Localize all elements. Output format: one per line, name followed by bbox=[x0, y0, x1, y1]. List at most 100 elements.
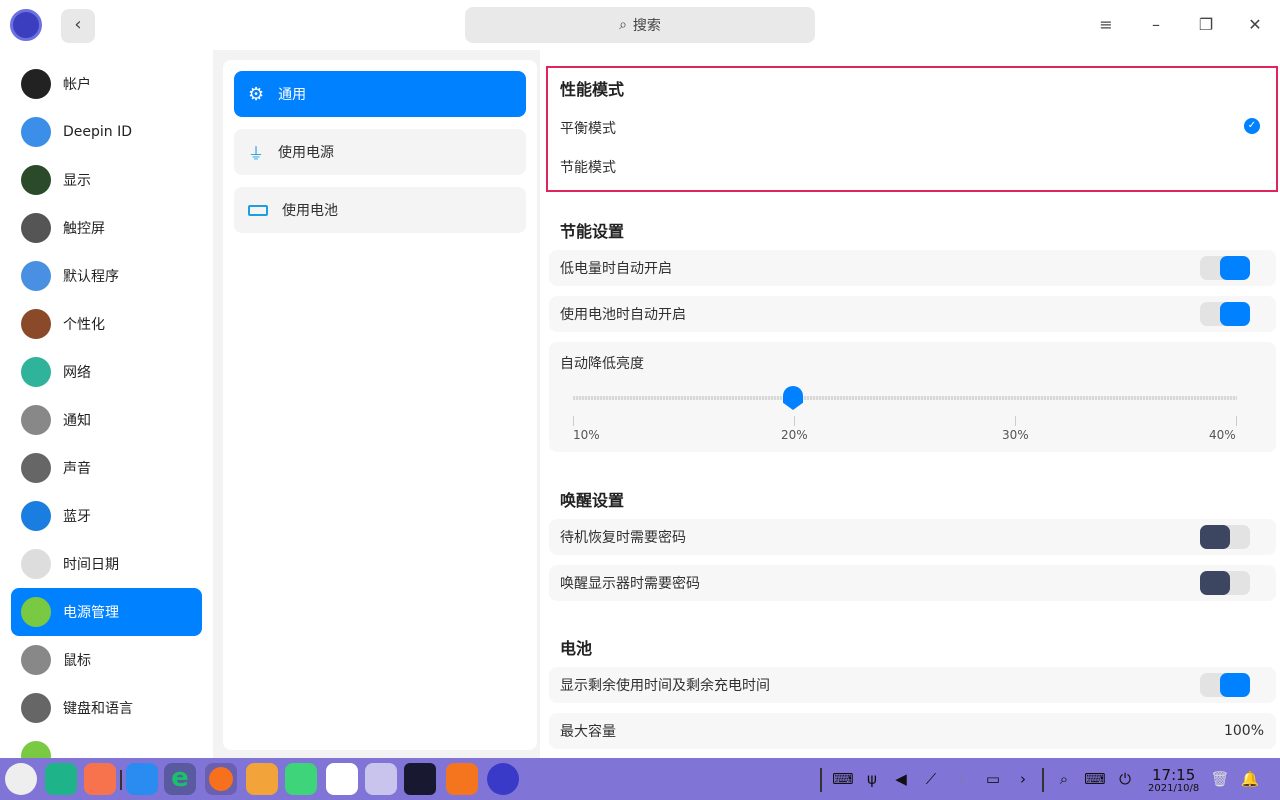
bluetooth-tray-icon[interactable]: ᛒ bbox=[950, 764, 974, 794]
camera-icon[interactable] bbox=[365, 763, 397, 795]
account-icon bbox=[21, 69, 51, 99]
keyboard-tray-icon[interactable]: ⌨ bbox=[831, 764, 855, 794]
control-center-icon[interactable] bbox=[404, 763, 436, 795]
launcher-icon[interactable] bbox=[5, 763, 37, 795]
section-title: 电池 bbox=[560, 639, 593, 658]
volume-icon[interactable]: ◀ bbox=[889, 764, 913, 794]
sidebar-item[interactable] bbox=[11, 732, 202, 758]
sidebar-item-label: Deepin ID bbox=[63, 124, 133, 140]
label: 显示剩余使用时间及剩余充电时间 bbox=[560, 678, 770, 694]
label: 唤醒显示器时需要密码 bbox=[560, 576, 700, 592]
subnav-on-battery[interactable]: 使用电池 bbox=[234, 187, 526, 233]
standby-password-toggle[interactable] bbox=[1200, 525, 1250, 549]
section-title: 节能设置 bbox=[560, 222, 625, 241]
sidebar-item[interactable]: 显示 bbox=[11, 156, 202, 204]
label: 低电量时自动开启 bbox=[560, 261, 672, 277]
usb-icon[interactable]: ψ bbox=[860, 764, 884, 794]
sidebar-item-label: 个性化 bbox=[63, 317, 105, 333]
on-battery-row: 使用电池时自动开启 bbox=[549, 296, 1276, 332]
sidebar-item-label: 触控屏 bbox=[63, 221, 105, 237]
sidebar-item[interactable]: 默认程序 bbox=[11, 252, 202, 300]
label: 使用电源 bbox=[278, 145, 335, 161]
file-manager-icon[interactable] bbox=[45, 763, 77, 795]
search-tray-icon[interactable]: ⌕ bbox=[1052, 764, 1076, 794]
sidebar-item-label: 电源管理 bbox=[63, 605, 119, 621]
slider-track[interactable] bbox=[573, 396, 1237, 400]
system-info-icon bbox=[21, 741, 51, 758]
sidebar-item-label: 通知 bbox=[63, 413, 91, 429]
notification-bell-icon[interactable]: 🔔 bbox=[1238, 764, 1262, 794]
back-button[interactable]: ‹ bbox=[61, 9, 95, 43]
option-balanced[interactable]: 平衡模式 bbox=[560, 118, 616, 138]
edge-browser-icon[interactable]: e bbox=[164, 763, 196, 795]
slider-thumb[interactable] bbox=[783, 386, 803, 410]
default-apps-icon bbox=[21, 261, 51, 291]
low-battery-row: 低电量时自动开启 bbox=[549, 250, 1276, 286]
personalization-icon bbox=[21, 309, 51, 339]
display-password-row: 唤醒显示器时需要密码 bbox=[549, 565, 1276, 601]
taskbar: e ⌨ ψ ◀ ⟋ ᛒ ▭ › ⌕ ⌨ ⏻ 🗑 🔔 bbox=[0, 758, 1280, 800]
sidebar-item-label: 网络 bbox=[63, 365, 91, 381]
firefox-icon[interactable] bbox=[205, 763, 237, 795]
sidebar-item[interactable]: 触控屏 bbox=[11, 204, 202, 252]
shutdown-icon[interactable]: ⏻ bbox=[1113, 764, 1137, 794]
label: 通用 bbox=[278, 87, 307, 103]
music-icon[interactable] bbox=[285, 763, 317, 795]
show-time-toggle[interactable] bbox=[1200, 673, 1250, 697]
sidebar-item[interactable]: 帐户 bbox=[11, 60, 202, 108]
sidebar-item[interactable]: 通知 bbox=[11, 396, 202, 444]
network-tray-icon[interactable]: ⟋ bbox=[919, 764, 943, 794]
sidebar-item[interactable]: 电源管理 bbox=[11, 588, 202, 636]
keyboard-icon bbox=[21, 693, 51, 723]
standby-password-row: 待机恢复时需要密码 bbox=[549, 519, 1276, 555]
battery-tray-icon[interactable]: ▭ bbox=[981, 764, 1005, 794]
sidebar-item[interactable]: 网络 bbox=[11, 348, 202, 396]
label: 使用电池 bbox=[282, 203, 338, 219]
calendar-icon[interactable] bbox=[326, 763, 358, 795]
sidebar-item-label: 声音 bbox=[63, 461, 91, 477]
clock[interactable]: 17:15 2021/10/8 bbox=[1148, 767, 1199, 794]
sidebar-item[interactable]: 键盘和语言 bbox=[11, 684, 202, 732]
network-icon bbox=[21, 357, 51, 387]
archive-icon[interactable] bbox=[126, 763, 158, 795]
maximize-button[interactable]: ❐ bbox=[1192, 12, 1220, 38]
image-viewer-icon[interactable] bbox=[246, 763, 278, 795]
plug-icon: ⏚ bbox=[248, 144, 265, 163]
sidebar-item[interactable]: Deepin ID bbox=[11, 108, 202, 156]
check-icon: ✓ bbox=[1244, 118, 1260, 134]
display-password-toggle[interactable] bbox=[1200, 571, 1250, 595]
on-battery-toggle[interactable] bbox=[1200, 302, 1250, 326]
settings-content: 性能模式 平衡模式 ✓ 节能模式 节能设置 低电量时自动开启 使用电池时自动开启… bbox=[540, 50, 1280, 758]
expand-tray-icon[interactable]: › bbox=[1011, 764, 1035, 794]
close-button[interactable]: ✕ bbox=[1241, 12, 1269, 38]
sidebar-item[interactable]: 蓝牙 bbox=[11, 492, 202, 540]
gear-icon: ⚙ bbox=[248, 83, 265, 105]
clock-icon bbox=[21, 549, 51, 579]
search-icon: ⌕ bbox=[619, 17, 627, 33]
cloud-icon bbox=[21, 117, 51, 147]
sidebar-item[interactable]: 鼠标 bbox=[11, 636, 202, 684]
subnav-general[interactable]: ⚙ 通用 bbox=[234, 71, 526, 117]
bluetooth-icon bbox=[21, 501, 51, 531]
low-battery-toggle[interactable] bbox=[1200, 256, 1250, 280]
search-input[interactable]: ⌕ 搜索 bbox=[465, 7, 815, 43]
onscreen-keyboard-icon[interactable]: ⌨ bbox=[1083, 764, 1107, 794]
option-power-saver[interactable]: 节能模式 bbox=[560, 157, 616, 177]
minimize-button[interactable]: – bbox=[1142, 12, 1170, 38]
system-monitor-icon[interactable] bbox=[487, 763, 519, 795]
mouse-icon bbox=[21, 645, 51, 675]
subnav-plugged-in[interactable]: ⏚ 使用电源 bbox=[234, 129, 526, 175]
sidebar: 帐户 Deepin ID 显示触控屏默认程序个性化网络通知声音蓝牙 时间日期电源管理鼠… bbox=[0, 50, 213, 758]
power-icon bbox=[21, 597, 51, 627]
deepin-store-icon[interactable] bbox=[446, 763, 478, 795]
trash-icon[interactable]: 🗑 bbox=[1208, 764, 1232, 794]
app-store-icon[interactable] bbox=[84, 763, 116, 795]
menu-button[interactable]: ≡ bbox=[1092, 12, 1120, 38]
control-center-logo-icon bbox=[10, 9, 42, 41]
label: 使用电池时自动开启 bbox=[560, 307, 686, 323]
display-icon bbox=[21, 165, 51, 195]
tick-label: 20% bbox=[781, 428, 808, 442]
sidebar-item[interactable]: 声音 bbox=[11, 444, 202, 492]
sidebar-item[interactable]: 时间日期 bbox=[11, 540, 202, 588]
sidebar-item[interactable]: 个性化 bbox=[11, 300, 202, 348]
